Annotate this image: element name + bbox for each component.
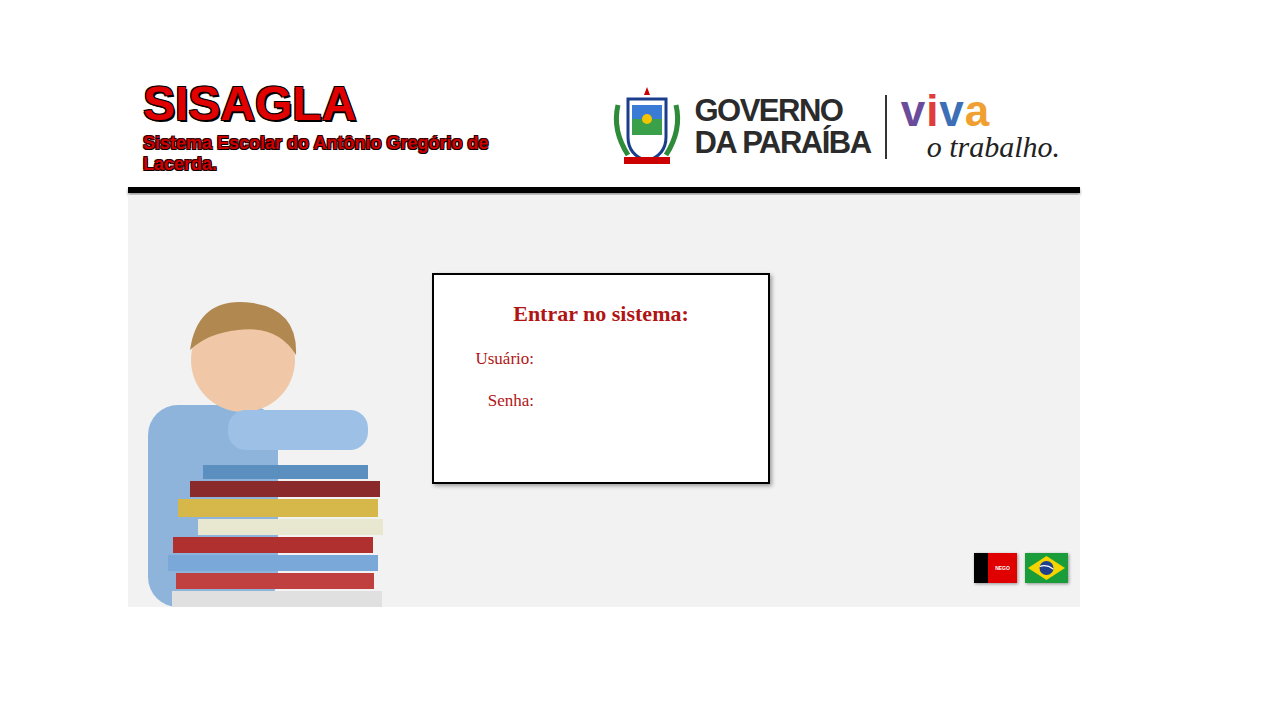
main-area: Entrar no sistema: Usuário: Senha: NEGO	[128, 195, 1080, 607]
field-label: Usuário:	[434, 345, 534, 373]
login-field: Senha:	[434, 387, 730, 415]
paraiba-flag[interactable]: NEGO	[974, 553, 1017, 583]
username-input[interactable]	[540, 346, 730, 372]
login-box: Entrar no sistema: Usuário: Senha:	[432, 273, 770, 484]
brand: SISAGLASistema Escolar do Antônio Gregór…	[128, 75, 553, 175]
government-line2: DA PARAÍBA	[694, 127, 870, 159]
flags: NEGO	[770, 195, 1080, 607]
login-title: Entrar no sistema:	[513, 299, 689, 329]
header-bar	[128, 187, 1080, 193]
student-photo	[128, 295, 390, 607]
government-line1: GOVERNO	[694, 95, 870, 127]
brand-subtitle: Sistema Escolar do Antônio Gregório de L…	[143, 133, 553, 175]
government-logo: GOVERNODA PARAÍBA vivao trabalho.	[608, 75, 1080, 169]
field-label: Senha:	[434, 387, 534, 415]
login-column: Entrar no sistema: Usuário: Senha:	[390, 195, 770, 607]
header: SISAGLASistema Escolar do Antônio Gregór…	[128, 75, 1080, 187]
login-form: Usuário: Senha:	[434, 345, 730, 415]
slogan-word: viva	[901, 91, 1060, 131]
brazil-flag-icon[interactable]	[1025, 553, 1068, 583]
login-field: Usuário:	[434, 345, 730, 373]
flag-red-band: NEGO	[988, 553, 1017, 583]
slogan-tagline: o trabalho.	[901, 131, 1060, 163]
flag-text: NEGO	[995, 565, 1010, 571]
password-input[interactable]	[540, 388, 730, 414]
slogan: vivao trabalho.	[901, 91, 1060, 163]
flag-black-band	[974, 553, 988, 583]
brand-title: SISAGLA	[143, 79, 553, 129]
coat-of-arms-icon	[608, 85, 686, 169]
logo-divider	[885, 95, 887, 159]
government-name: GOVERNODA PARAÍBA	[694, 95, 870, 159]
page: SISAGLASistema Escolar do Antônio Gregór…	[128, 75, 1080, 607]
